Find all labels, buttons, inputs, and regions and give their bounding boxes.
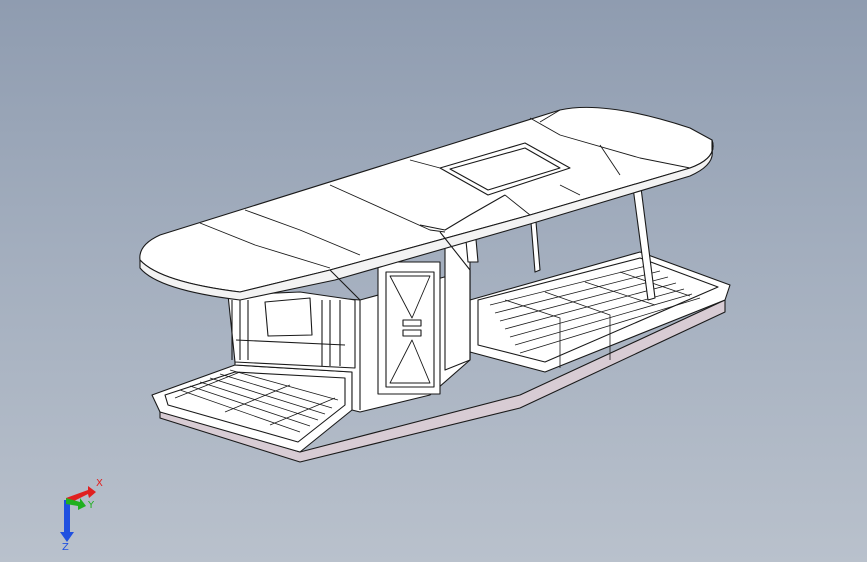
houseboat-model[interactable] [0,0,867,562]
front-window [264,297,313,337]
z-axis-arrow [60,500,74,542]
z-axis-label: Z [62,542,69,552]
x-axis-label: X [96,478,103,489]
y-axis-label: Y [87,500,95,511]
graphics-viewport[interactable]: X Y Z [0,0,867,562]
coordinate-triad: X Y Z [60,478,103,552]
cabin-door [377,261,441,395]
